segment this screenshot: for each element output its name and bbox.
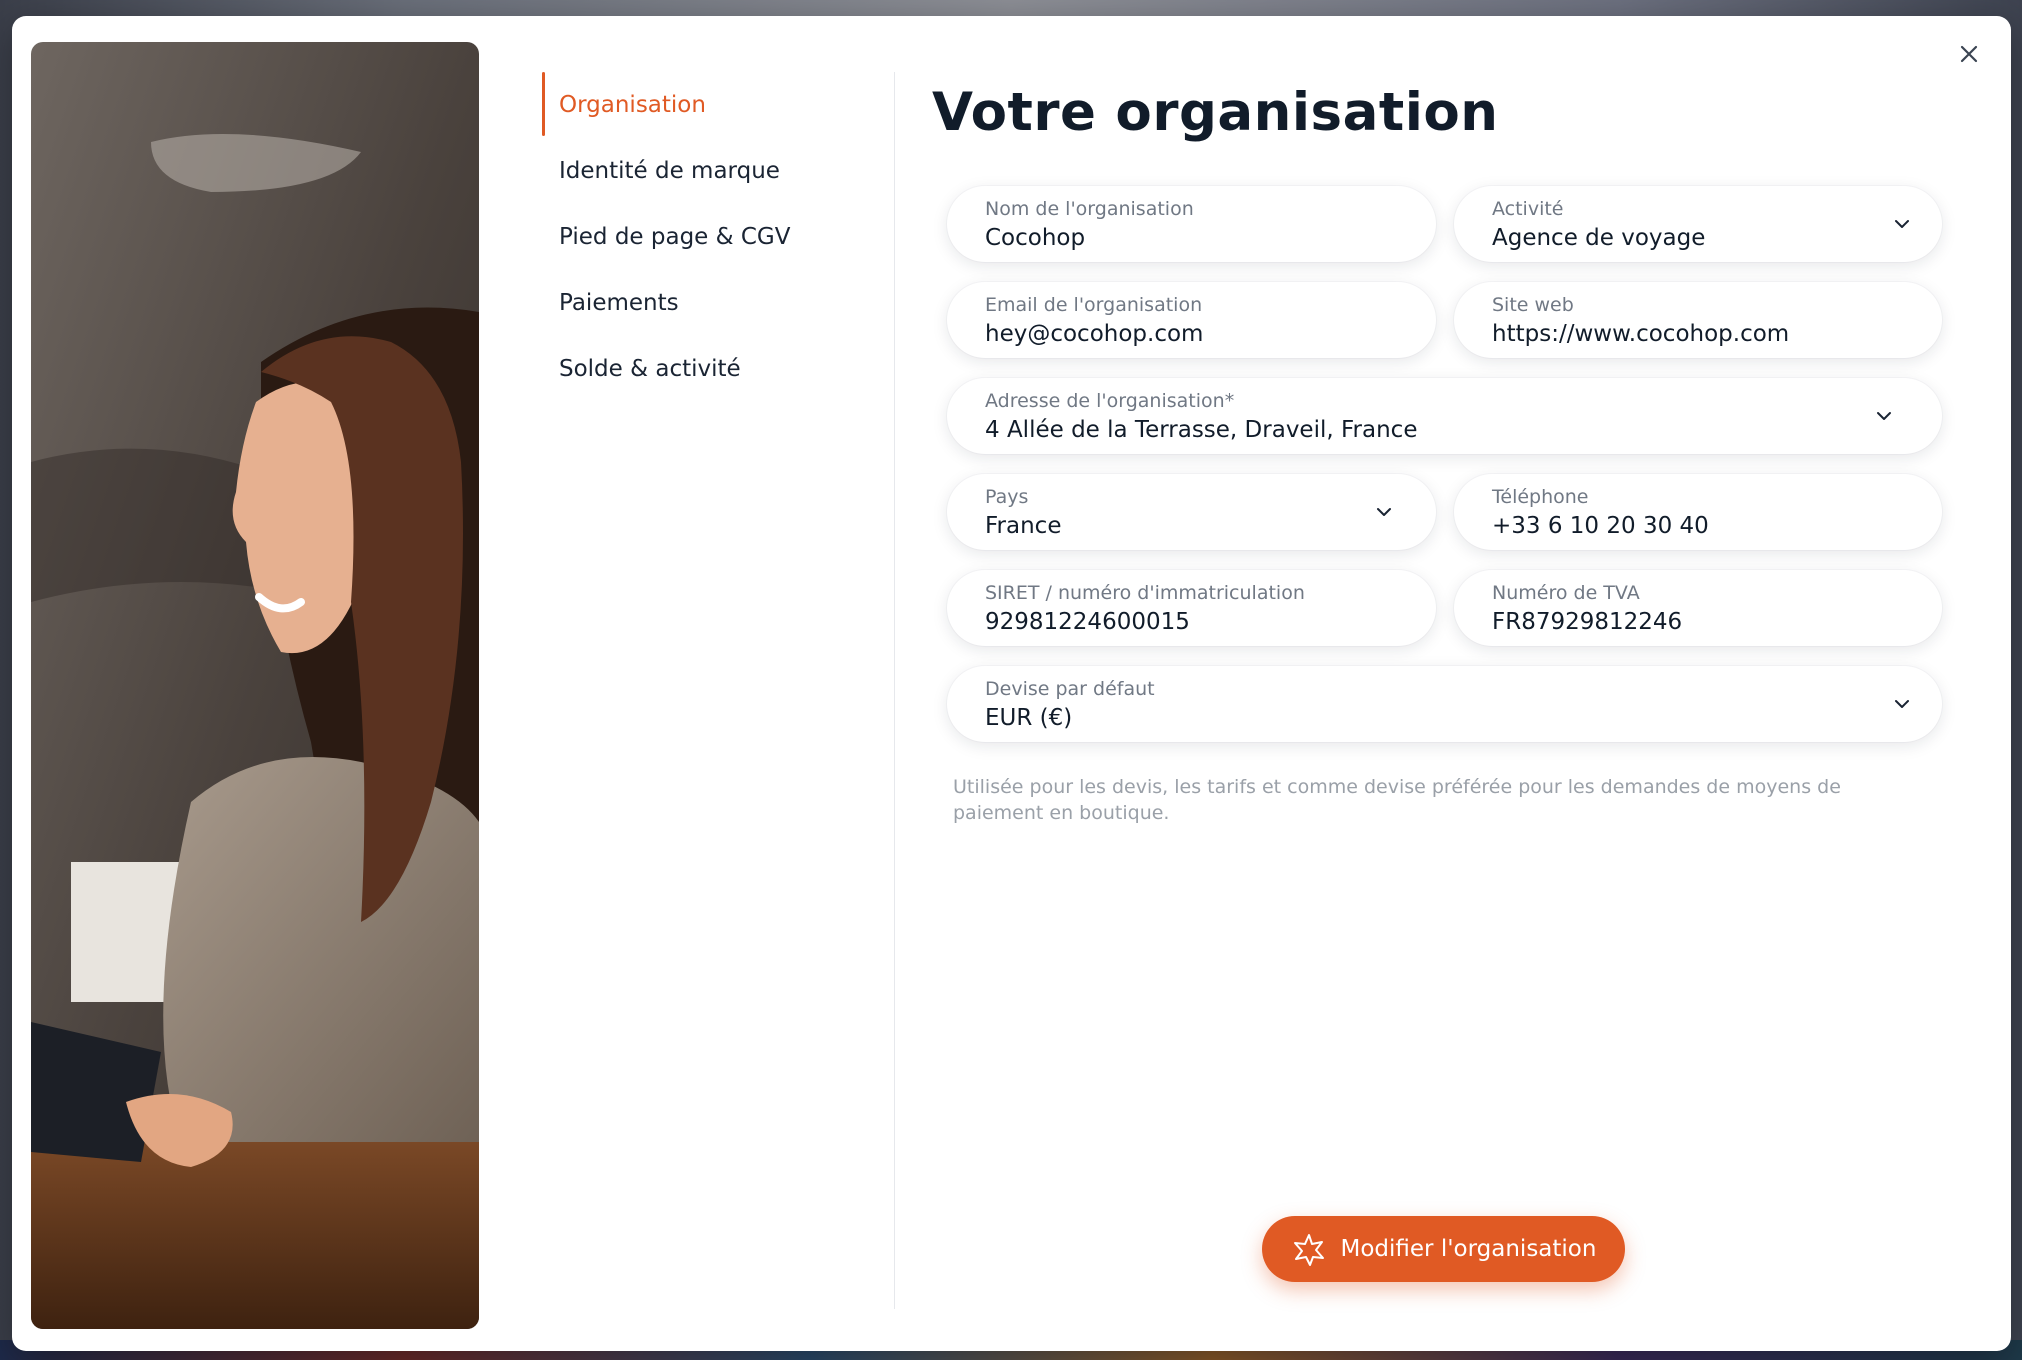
- field-value: Cocohop: [985, 225, 1086, 251]
- siret-field[interactable]: SIRET / numéro d'immatriculation 9298122…: [947, 570, 1436, 646]
- vat-field[interactable]: Numéro de TVA FR87929812246: [1454, 570, 1942, 646]
- nav-item-label: Organisation: [559, 92, 706, 118]
- field-value: France: [985, 513, 1062, 539]
- field-value: 92981224600015: [985, 609, 1190, 635]
- nav-divider: [894, 72, 895, 1309]
- organisation-modal: Organisation Identité de marque Pied de …: [12, 16, 2011, 1351]
- nav-item-payments[interactable]: Paiements: [542, 270, 877, 336]
- chevron-down-icon: [1877, 412, 1891, 420]
- field-label: Nom de l'organisation: [985, 198, 1194, 220]
- field-label: SIRET / numéro d'immatriculation: [985, 582, 1305, 604]
- field-value: hey@cocohop.com: [985, 321, 1204, 347]
- field-value: 4 Allée de la Terrasse, Draveil, France: [985, 417, 1418, 443]
- field-label: Téléphone: [1492, 486, 1589, 508]
- field-value: https://www.cocohop.com: [1492, 321, 1790, 347]
- chevron-down-icon: [1895, 700, 1909, 708]
- modify-organisation-button[interactable]: Modifier l'organisation: [1262, 1216, 1625, 1282]
- close-button[interactable]: [1949, 34, 1989, 74]
- field-label: Email de l'organisation: [985, 294, 1203, 316]
- nav-item-label: Pied de page & CGV: [559, 224, 791, 250]
- currency-select[interactable]: Devise par défaut EUR (€): [947, 666, 1942, 742]
- nav-item-balance-activity[interactable]: Solde & activité: [542, 336, 877, 402]
- nav-item-label: Solde & activité: [559, 356, 741, 382]
- side-photo: [31, 42, 479, 1329]
- field-value: +33 6 10 20 30 40: [1492, 513, 1709, 539]
- settings-nav: Organisation Identité de marque Pied de …: [542, 72, 877, 402]
- phone-field[interactable]: Téléphone +33 6 10 20 30 40: [1454, 474, 1942, 550]
- field-label: Numéro de TVA: [1492, 582, 1640, 604]
- activity-select[interactable]: Activité Agence de voyage: [1454, 186, 1942, 262]
- field-label: Activité: [1492, 198, 1564, 220]
- page-title: Votre organisation: [932, 82, 1499, 143]
- nav-item-footer-terms[interactable]: Pied de page & CGV: [542, 204, 877, 270]
- field-label: Devise par défaut: [985, 678, 1155, 700]
- field-value: EUR (€): [985, 705, 1073, 731]
- chevron-down-icon: [1377, 508, 1391, 516]
- country-select[interactable]: Pays France: [947, 474, 1436, 550]
- field-label: Site web: [1492, 294, 1574, 316]
- field-value: FR87929812246: [1492, 609, 1683, 635]
- address-select[interactable]: Adresse de l'organisation* 4 Allée de la…: [947, 378, 1942, 454]
- field-value: Agence de voyage: [1492, 225, 1706, 251]
- org-email-field[interactable]: Email de l'organisation hey@cocohop.com: [947, 282, 1436, 358]
- website-field[interactable]: Site web https://www.cocohop.com: [1454, 282, 1942, 358]
- woman-photo-illustration: [31, 42, 479, 1329]
- nav-item-label: Identité de marque: [559, 158, 780, 184]
- nav-item-label: Paiements: [559, 290, 679, 316]
- sparkle-icon: [1293, 1234, 1324, 1266]
- close-icon: [1960, 45, 1978, 63]
- chevron-down-icon: [1895, 220, 1909, 228]
- field-label: Pays: [985, 486, 1029, 508]
- field-label: Adresse de l'organisation*: [985, 390, 1235, 412]
- nav-item-brand-identity[interactable]: Identité de marque: [542, 138, 877, 204]
- nav-item-organisation[interactable]: Organisation: [542, 72, 877, 138]
- org-name-field[interactable]: Nom de l'organisation Cocohop: [947, 186, 1436, 262]
- button-label: Modifier l'organisation: [1340, 1236, 1597, 1262]
- currency-hint: Utilisée pour les devis, les tarifs et c…: [953, 776, 1841, 824]
